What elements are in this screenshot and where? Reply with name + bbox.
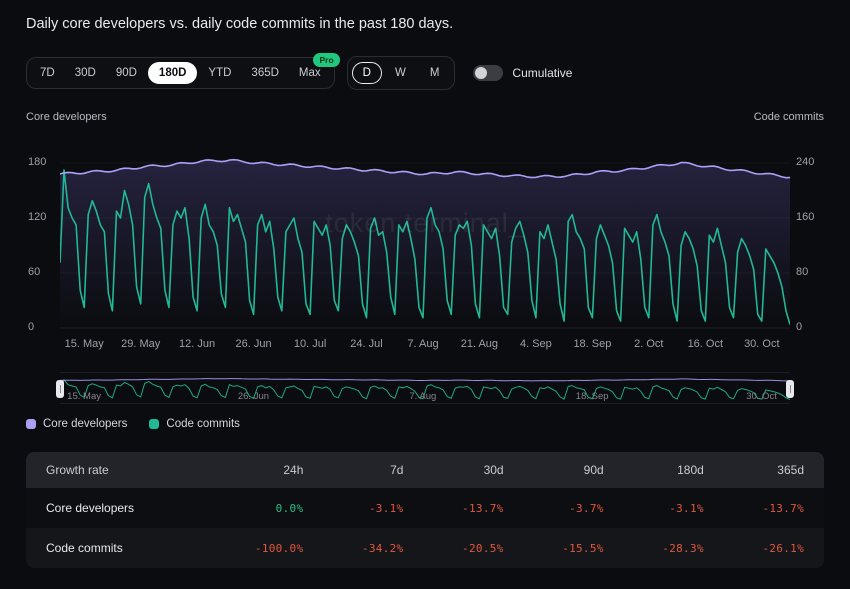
x-axis-label: 24. Jul bbox=[350, 338, 382, 350]
core-developers-swatch-icon bbox=[26, 419, 36, 429]
table-cell: -3.1% bbox=[624, 488, 724, 528]
navigator-date-label: 18. Sep bbox=[576, 391, 609, 402]
table-header-cell: 7d bbox=[323, 452, 423, 488]
growth-rate-table: Growth rate 24h 7d 30d 90d 180d 365d Cor… bbox=[26, 452, 824, 568]
table-row: Core developers 0.0% -3.1% -13.7% -3.7% … bbox=[26, 488, 824, 528]
left-axis-title: Core developers bbox=[26, 111, 107, 123]
x-axis-label: 10. Jul bbox=[294, 338, 326, 350]
navigator[interactable]: 15. May 26. Jun 7. Aug 18. Sep 30. Oct bbox=[60, 372, 790, 404]
pro-badge: Pro bbox=[313, 53, 339, 67]
y-axis-tick-left: 0 bbox=[28, 321, 34, 333]
table-header-row: Growth rate 24h 7d 30d 90d 180d 365d bbox=[26, 452, 824, 488]
range-button-90d[interactable]: 90D bbox=[107, 62, 146, 84]
table-cell: -3.1% bbox=[323, 488, 423, 528]
page-title: Daily core developers vs. daily code com… bbox=[26, 16, 453, 32]
navigator-handle-left[interactable] bbox=[56, 380, 64, 398]
range-button-max[interactable]: Max Pro bbox=[290, 62, 330, 84]
legend-item-code-commits[interactable]: Code commits bbox=[149, 418, 240, 430]
cumulative-toggle-wrap[interactable]: Cumulative bbox=[473, 65, 572, 81]
navigator-date-label: 7. Aug bbox=[409, 391, 436, 402]
chart-legend: Core developers Code commits bbox=[26, 418, 240, 430]
frequency-selector: D W M bbox=[347, 56, 456, 90]
y-axis-tick-right: 160 bbox=[796, 211, 814, 223]
y-axis-tick-left: 60 bbox=[28, 266, 40, 278]
table-row: Code commits -100.0% -34.2% -20.5% -15.5… bbox=[26, 528, 824, 568]
cumulative-label: Cumulative bbox=[512, 66, 572, 80]
table-row-label: Core developers bbox=[26, 488, 212, 528]
table-cell: 0.0% bbox=[212, 488, 323, 528]
table-cell: -3.7% bbox=[524, 488, 624, 528]
table-cell: -20.5% bbox=[423, 528, 523, 568]
table-cell: -34.2% bbox=[323, 528, 423, 568]
navigator-date-label: 15. May bbox=[67, 391, 101, 402]
legend-label: Core developers bbox=[43, 418, 127, 430]
range-button-ytd[interactable]: YTD bbox=[199, 62, 240, 84]
table-cell: -26.1% bbox=[724, 528, 824, 568]
navigator-date-label: 26. Jun bbox=[238, 391, 269, 402]
frequency-button-daily[interactable]: D bbox=[352, 62, 382, 84]
y-axis-tick-right: 240 bbox=[796, 156, 814, 168]
table-cell: -13.7% bbox=[423, 488, 523, 528]
y-axis-tick-left: 180 bbox=[28, 156, 46, 168]
chart-controls: 7D 30D 90D 180D YTD 365D Max Pro D W M C… bbox=[26, 56, 572, 90]
table-cell: -13.7% bbox=[724, 488, 824, 528]
table-cell: -28.3% bbox=[624, 528, 724, 568]
x-axis-label: 29. May bbox=[121, 338, 161, 350]
table-header-cell: 90d bbox=[524, 452, 624, 488]
x-axis-label: 21. Aug bbox=[461, 338, 498, 350]
x-axis-label: 4. Sep bbox=[520, 338, 552, 350]
table-row-label: Code commits bbox=[26, 528, 212, 568]
x-axis-label: 16. Oct bbox=[688, 338, 723, 350]
frequency-button-weekly[interactable]: W bbox=[384, 61, 417, 85]
x-axis-label: 7. Aug bbox=[407, 338, 438, 350]
navigator-date-label: 30. Oct bbox=[746, 391, 777, 402]
frequency-button-monthly[interactable]: M bbox=[419, 61, 451, 85]
y-axis-tick-right: 80 bbox=[796, 266, 808, 278]
legend-label: Code commits bbox=[166, 418, 240, 430]
y-axis-tick-left: 120 bbox=[28, 211, 46, 223]
x-axis-label: 2. Oct bbox=[634, 338, 663, 350]
time-range-selector: 7D 30D 90D 180D YTD 365D Max Pro bbox=[26, 57, 335, 89]
range-button-30d[interactable]: 30D bbox=[66, 62, 105, 84]
x-axis-label: 30. Oct bbox=[744, 338, 779, 350]
x-axis-label: 15. May bbox=[65, 338, 105, 350]
table-header-cell: 180d bbox=[624, 452, 724, 488]
navigator-handle-right[interactable] bbox=[786, 380, 794, 398]
table-cell: -100.0% bbox=[212, 528, 323, 568]
table-header-cell: Growth rate bbox=[26, 452, 212, 488]
y-axis-tick-right: 0 bbox=[796, 321, 802, 333]
table-header-cell: 24h bbox=[212, 452, 323, 488]
x-axis-label: 26. Jun bbox=[236, 338, 272, 350]
legend-item-core-developers[interactable]: Core developers bbox=[26, 418, 127, 430]
range-button-180d[interactable]: 180D bbox=[148, 62, 198, 84]
table-header-cell: 30d bbox=[423, 452, 523, 488]
dashboard: Daily core developers vs. daily code com… bbox=[0, 0, 850, 589]
x-axis-label: 12. Jun bbox=[179, 338, 215, 350]
range-button-max-label: Max bbox=[299, 67, 321, 79]
range-button-365d[interactable]: 365D bbox=[242, 62, 288, 84]
x-axis-label: 18. Sep bbox=[573, 338, 611, 350]
table-header-cell: 365d bbox=[724, 452, 824, 488]
range-button-7d[interactable]: 7D bbox=[31, 62, 64, 84]
right-axis-title: Code commits bbox=[754, 111, 824, 123]
main-chart[interactable]: 15. May 29. May 12. Jun 26. Jun 10. Jul 24. J… bbox=[60, 150, 790, 352]
code-commits-swatch-icon bbox=[149, 419, 159, 429]
toggle-knob bbox=[475, 67, 487, 79]
cumulative-toggle[interactable] bbox=[473, 65, 503, 81]
table-cell: -15.5% bbox=[524, 528, 624, 568]
